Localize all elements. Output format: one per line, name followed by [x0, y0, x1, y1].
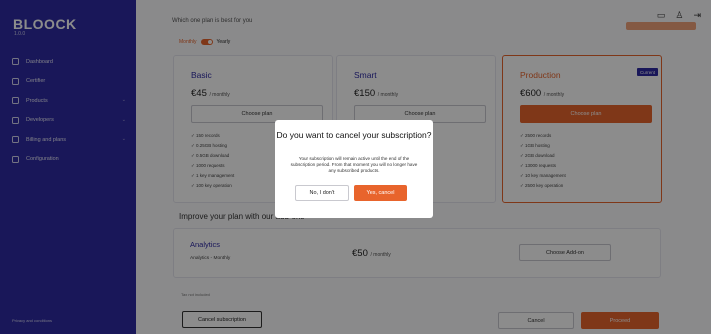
dialog-message: Your subscription will remain active unt… — [290, 156, 418, 174]
dialog-title: Do you want to cancel your subscription? — [276, 130, 432, 140]
dialog-yes-cancel-button[interactable]: Yes, cancel — [354, 185, 407, 201]
dialog-no-button[interactable]: No, I don't — [295, 185, 349, 201]
cancel-subscription-dialog: Do you want to cancel your subscription?… — [275, 120, 433, 218]
